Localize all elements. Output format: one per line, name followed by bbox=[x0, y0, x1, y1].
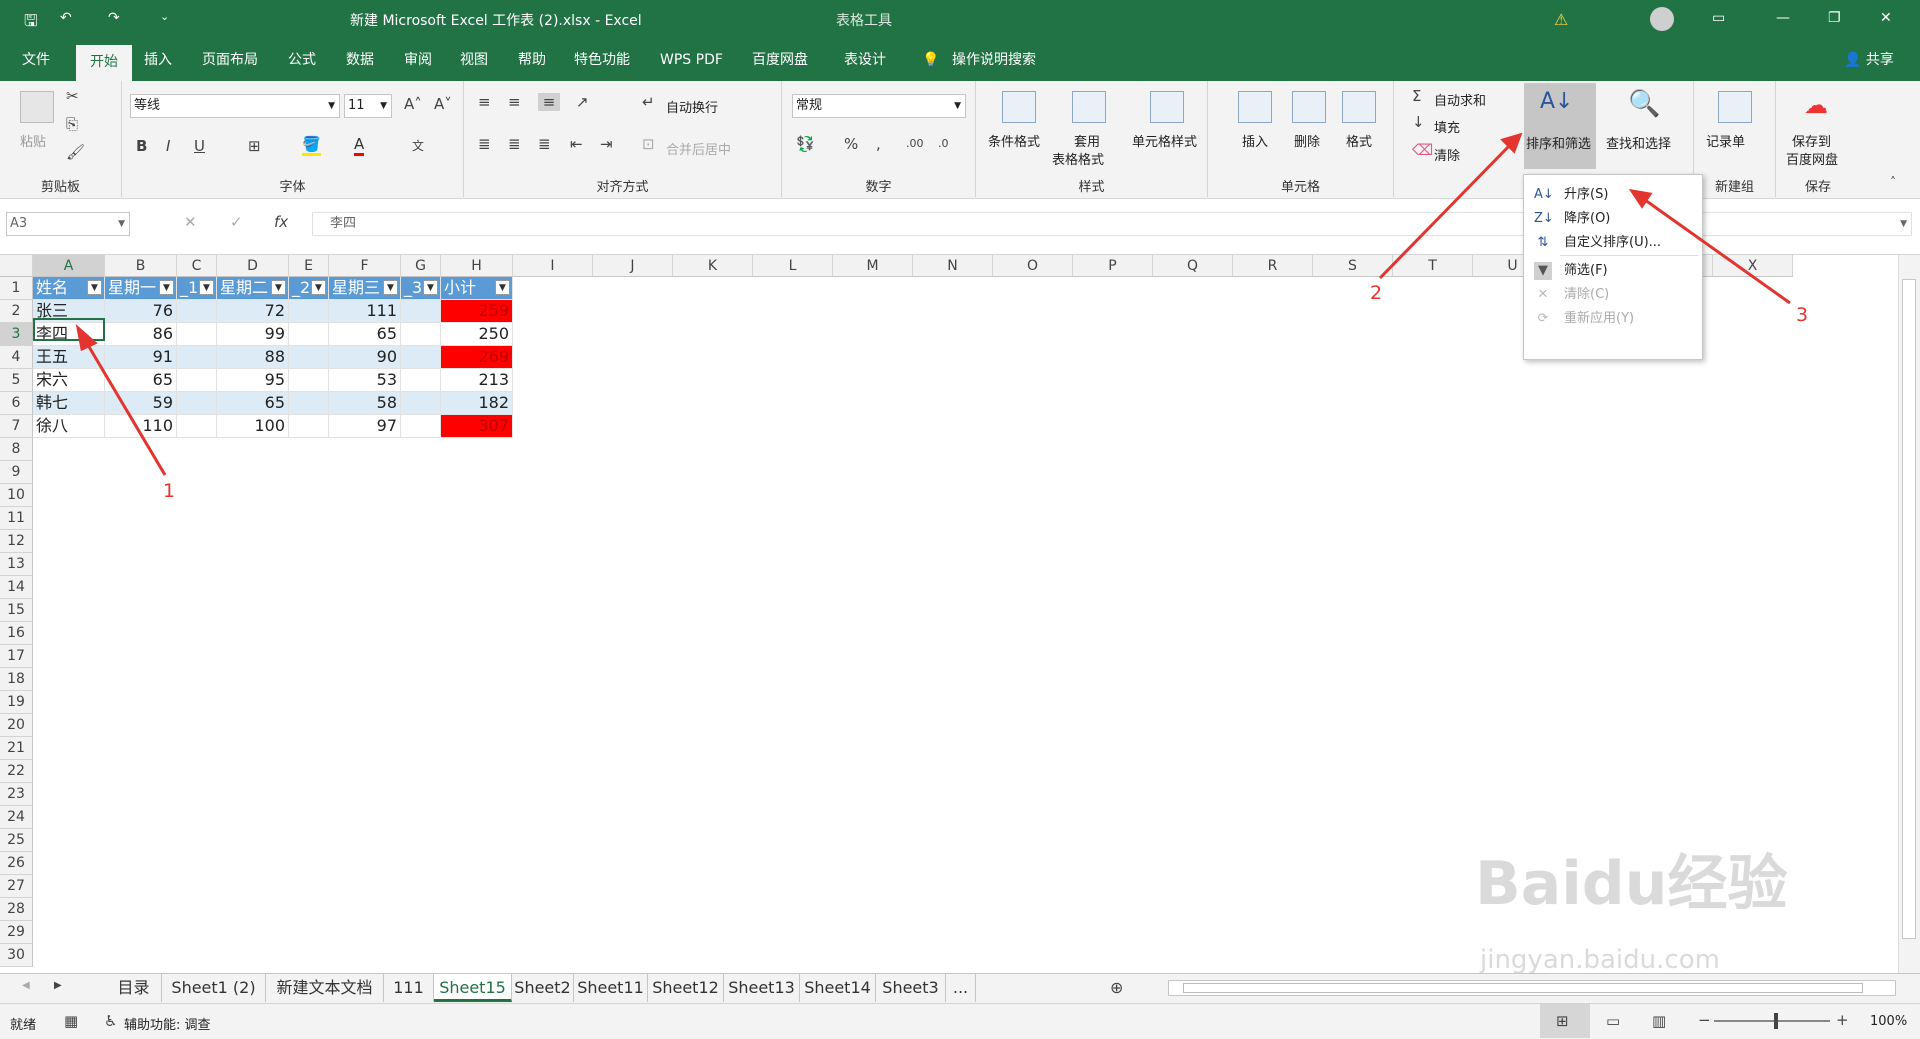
macro-record-icon[interactable]: ▦ bbox=[64, 1012, 78, 1030]
zoom-in-icon[interactable]: + bbox=[1836, 1011, 1849, 1029]
sheet-tab[interactable]: Sheet1 (2) bbox=[162, 974, 266, 1002]
status-bar: 就绪 ▦ ♿ 辅助功能: 调查 ⊞ ▭ ▥ − + 100% bbox=[0, 1003, 1920, 1039]
page-layout-view-icon[interactable]: ▭ bbox=[1606, 1012, 1620, 1030]
zoom-slider-thumb[interactable] bbox=[1774, 1013, 1778, 1029]
sheet-tab[interactable]: 新建文本文档 bbox=[266, 974, 384, 1002]
status-ready: 就绪 bbox=[10, 1018, 37, 1033]
arrowhead-1 bbox=[75, 323, 98, 352]
horizontal-scrollbar[interactable] bbox=[1168, 980, 1896, 996]
sheet-tab[interactable]: 目录 bbox=[106, 974, 162, 1002]
arrowhead-3 bbox=[1628, 188, 1653, 209]
sheet-tab[interactable]: 111 bbox=[384, 974, 434, 1002]
page-break-view-icon[interactable]: ▥ bbox=[1652, 1012, 1666, 1030]
sheet-tab[interactable]: ... bbox=[946, 974, 976, 1002]
prev-sheet-icon[interactable]: ◀ bbox=[22, 980, 30, 991]
normal-view-icon: ⊞ bbox=[1556, 1012, 1569, 1030]
add-sheet-icon[interactable]: ⊕ bbox=[1110, 978, 1123, 997]
zoom-level[interactable]: 100% bbox=[1870, 1014, 1907, 1029]
annotation-arrows bbox=[75, 132, 1791, 476]
annotation-3: 3 bbox=[1796, 304, 1809, 326]
arrow-3 bbox=[1644, 198, 1791, 305]
accessibility-icon[interactable]: ♿ bbox=[104, 1012, 117, 1030]
sheet-tab[interactable]: Sheet3 bbox=[876, 974, 946, 1002]
sheet-tab-bar: ◀ ▶ 目录 Sheet1 (2) 新建文本文档 111 Sheet15 Sheet2 Sh… bbox=[0, 973, 1920, 1003]
zoom-slider[interactable] bbox=[1714, 1020, 1830, 1022]
annotation-1: 1 bbox=[163, 480, 176, 502]
normal-view-button[interactable]: ⊞ bbox=[1540, 1004, 1590, 1038]
sheet-tab[interactable]: Sheet11 bbox=[574, 974, 648, 1002]
sheet-tab[interactable]: Sheet13 bbox=[724, 974, 800, 1002]
sheet-tab[interactable]: Sheet12 bbox=[648, 974, 724, 1002]
accessibility-status[interactable]: 辅助功能: 调查 bbox=[124, 1014, 211, 1033]
horizontal-scroll-thumb[interactable] bbox=[1183, 983, 1863, 993]
sheet-tab[interactable]: Sheet14 bbox=[800, 974, 876, 1002]
sheet-tab[interactable]: Sheet15 bbox=[434, 974, 512, 1002]
zoom-out-icon[interactable]: − bbox=[1698, 1011, 1711, 1029]
annotation-2: 2 bbox=[1370, 282, 1383, 304]
sheet-tab[interactable]: Sheet2 bbox=[512, 974, 574, 1002]
arrow-2 bbox=[1378, 143, 1512, 280]
arrow-1 bbox=[83, 339, 167, 476]
next-sheet-icon[interactable]: ▶ bbox=[54, 980, 62, 991]
